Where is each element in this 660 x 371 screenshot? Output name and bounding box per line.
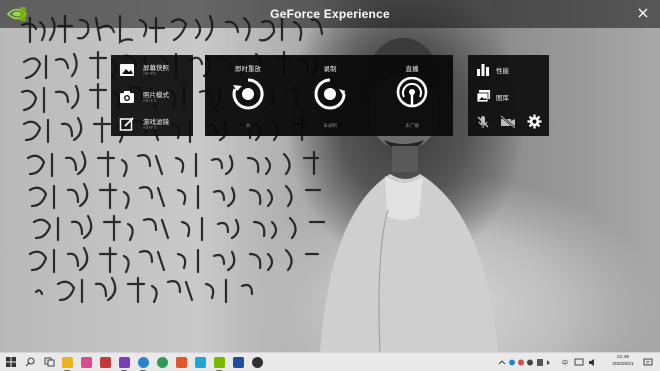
- desktop-wallpaper: [0, 0, 660, 352]
- record-button[interactable]: 录制 未录制: [289, 55, 371, 136]
- app-icon-1[interactable]: [81, 357, 92, 368]
- record-title: 录制: [323, 66, 337, 73]
- clock-date: 2022/5/21: [612, 361, 634, 367]
- record-status: 未录制: [323, 123, 337, 128]
- broadcast-icon: [396, 77, 428, 108]
- image-icon: [120, 64, 134, 76]
- game-filter-shortcut: Alt+F3: [143, 125, 157, 130]
- search-icon[interactable]: [25, 357, 35, 367]
- instant-replay-status: 关: [245, 123, 251, 128]
- file-explorer-icon[interactable]: [62, 357, 73, 368]
- app-icon-3[interactable]: [176, 357, 187, 368]
- ime-indicator[interactable]: 中: [562, 358, 568, 367]
- record-icon: [314, 78, 346, 110]
- gallery-button[interactable]: 图库: [476, 88, 542, 104]
- close-icon[interactable]: [636, 6, 650, 20]
- tools-panel: 性能 图库: [468, 55, 549, 136]
- network-icon[interactable]: [574, 358, 584, 367]
- recording-panel: 即时重放 关 录制 未录制 直播 未广播: [205, 55, 453, 136]
- gallery-icon: [476, 90, 490, 103]
- chrome-icon[interactable]: [157, 357, 168, 368]
- calligraphy-artwork: [20, 14, 498, 352]
- app-icon-4[interactable]: [195, 357, 206, 368]
- microphone-off-icon[interactable]: [476, 115, 490, 129]
- filter-edit-icon: [119, 117, 134, 131]
- nvidia-taskbar-icon[interactable]: [214, 357, 225, 368]
- instant-replay-button[interactable]: 即时重放 关: [207, 55, 289, 136]
- screenshot-button[interactable]: 屏幕快照 Alt+F1: [117, 59, 189, 81]
- instant-replay-title: 即时重放: [235, 66, 261, 73]
- performance-button[interactable]: 性能: [476, 61, 542, 77]
- capture-panel: 屏幕快照 Alt+F1 照片模式 Alt+F2 游戏滤镜 Alt+F3: [111, 55, 193, 136]
- game-filter-button[interactable]: 游戏滤镜 Alt+F3: [117, 113, 189, 135]
- app-title: GeForce Experience: [270, 7, 390, 21]
- screenshot-shortcut: Alt+F1: [143, 71, 157, 76]
- taskbar-clock[interactable]: 21:45 2022/5/21: [608, 355, 638, 368]
- system-tray-icons[interactable]: [498, 358, 558, 367]
- app-icon-2[interactable]: [100, 357, 111, 368]
- overlay-header: GeForce Experience: [0, 0, 660, 28]
- settings-gear-icon[interactable]: [527, 114, 542, 129]
- instant-replay-icon: [232, 78, 264, 110]
- windows-taskbar: 中 21:45 2022/5/21: [0, 352, 660, 371]
- app-icon-6[interactable]: [252, 357, 263, 368]
- task-view-icon[interactable]: [44, 357, 55, 367]
- camera-icon: [120, 91, 134, 103]
- performance-bars-icon: [477, 64, 489, 76]
- performance-label: 性能: [496, 68, 509, 75]
- photo-mode-button[interactable]: 照片模式 Alt+F2: [117, 86, 189, 108]
- edge-browser-icon[interactable]: [138, 357, 149, 368]
- gallery-label: 图库: [496, 95, 509, 102]
- notification-icon[interactable]: [643, 358, 653, 367]
- broadcast-button[interactable]: 直播 未广播: [371, 55, 453, 136]
- photo-mode-shortcut: Alt+F2: [143, 98, 157, 103]
- camera-off-icon[interactable]: [500, 115, 516, 129]
- broadcast-title: 直播: [405, 66, 419, 73]
- visual-studio-icon[interactable]: [119, 357, 130, 368]
- app-icon-5[interactable]: [233, 357, 244, 368]
- volume-icon[interactable]: [588, 358, 598, 367]
- windows-start-icon[interactable]: [6, 357, 16, 367]
- broadcast-status: 未广播: [405, 123, 419, 128]
